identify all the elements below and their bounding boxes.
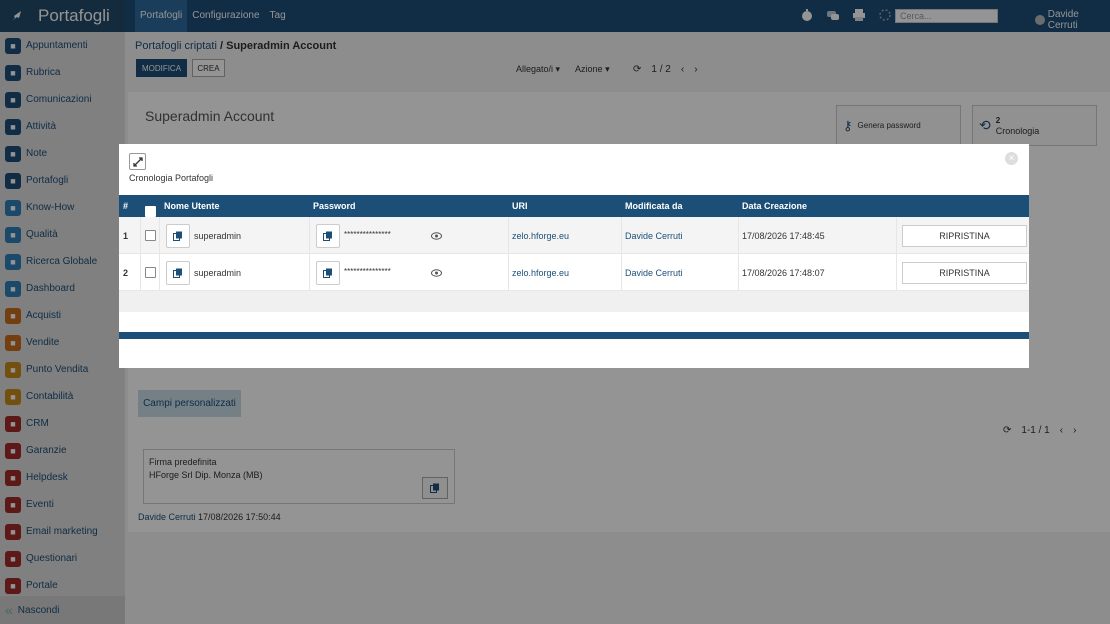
table-row: 2 superadmin *************** zelo.hforge.eu… <box>119 254 1029 291</box>
eye-icon <box>431 231 442 240</box>
col-num: # <box>123 201 129 211</box>
col-separator <box>621 254 622 291</box>
col-modified-by[interactable]: Modificata da <box>625 201 683 211</box>
col-separator <box>508 254 509 291</box>
row-checkbox[interactable] <box>145 254 156 291</box>
col-user[interactable]: Nome Utente <box>164 201 220 211</box>
col-password[interactable]: Password <box>313 201 356 211</box>
close-icon[interactable]: × <box>1005 152 1018 165</box>
col-separator <box>896 254 897 291</box>
history-modal: Cronologia Portafogli × # Nome Utente Pa… <box>119 144 1029 368</box>
show-password-button[interactable] <box>431 254 442 291</box>
col-separator <box>140 254 141 291</box>
user-value: superadmin <box>194 230 242 241</box>
col-separator <box>140 217 141 254</box>
created-date: 17/08/2026 17:48:07 <box>742 267 825 278</box>
eye-icon <box>431 268 442 277</box>
row-number: 2 <box>123 267 129 278</box>
col-separator <box>159 254 160 291</box>
user-value: superadmin <box>194 267 242 278</box>
password-value: *************** <box>344 267 391 276</box>
table-spacer <box>119 291 1029 312</box>
ripristina-button[interactable]: RIPRISTINA <box>902 224 1027 247</box>
col-separator <box>738 217 739 254</box>
col-separator <box>896 217 897 254</box>
table-header: # Nome Utente Password URI Modificata da… <box>119 195 1029 217</box>
row-number: 1 <box>123 230 129 241</box>
copy-user-button[interactable] <box>166 254 190 291</box>
copy-icon <box>166 260 190 285</box>
copy-user-button[interactable] <box>166 217 190 254</box>
expand-button[interactable] <box>129 153 146 170</box>
ripristina-button[interactable]: RIPRISTINA <box>902 261 1027 284</box>
expand-icon <box>132 156 143 167</box>
uri-link[interactable]: zelo.hforge.eu <box>512 217 569 254</box>
col-uri[interactable]: URI <box>512 201 528 211</box>
col-separator <box>508 217 509 254</box>
copy-icon <box>166 223 190 248</box>
modified-by-link[interactable]: Davide Cerruti <box>625 254 683 291</box>
modal-title: Cronologia Portafogli <box>129 173 214 183</box>
copy-password-button[interactable] <box>316 254 340 291</box>
col-separator <box>309 254 310 291</box>
copy-password-button[interactable] <box>316 217 340 254</box>
col-separator <box>621 217 622 254</box>
row-checkbox[interactable] <box>145 217 156 254</box>
col-separator <box>738 254 739 291</box>
col-separator <box>309 217 310 254</box>
uri-link[interactable]: zelo.hforge.eu <box>512 254 569 291</box>
modified-by-link[interactable]: Davide Cerruti <box>625 217 683 254</box>
created-date: 17/08/2026 17:48:45 <box>742 230 825 241</box>
show-password-button[interactable] <box>431 217 442 254</box>
password-value: *************** <box>344 230 391 239</box>
copy-icon <box>316 223 340 248</box>
table-row: 1 superadmin *************** zelo.hforge.eu… <box>119 217 1029 254</box>
col-created[interactable]: Data Creazione <box>742 201 807 211</box>
copy-icon <box>316 260 340 285</box>
col-separator <box>159 217 160 254</box>
table-footer <box>119 332 1029 339</box>
